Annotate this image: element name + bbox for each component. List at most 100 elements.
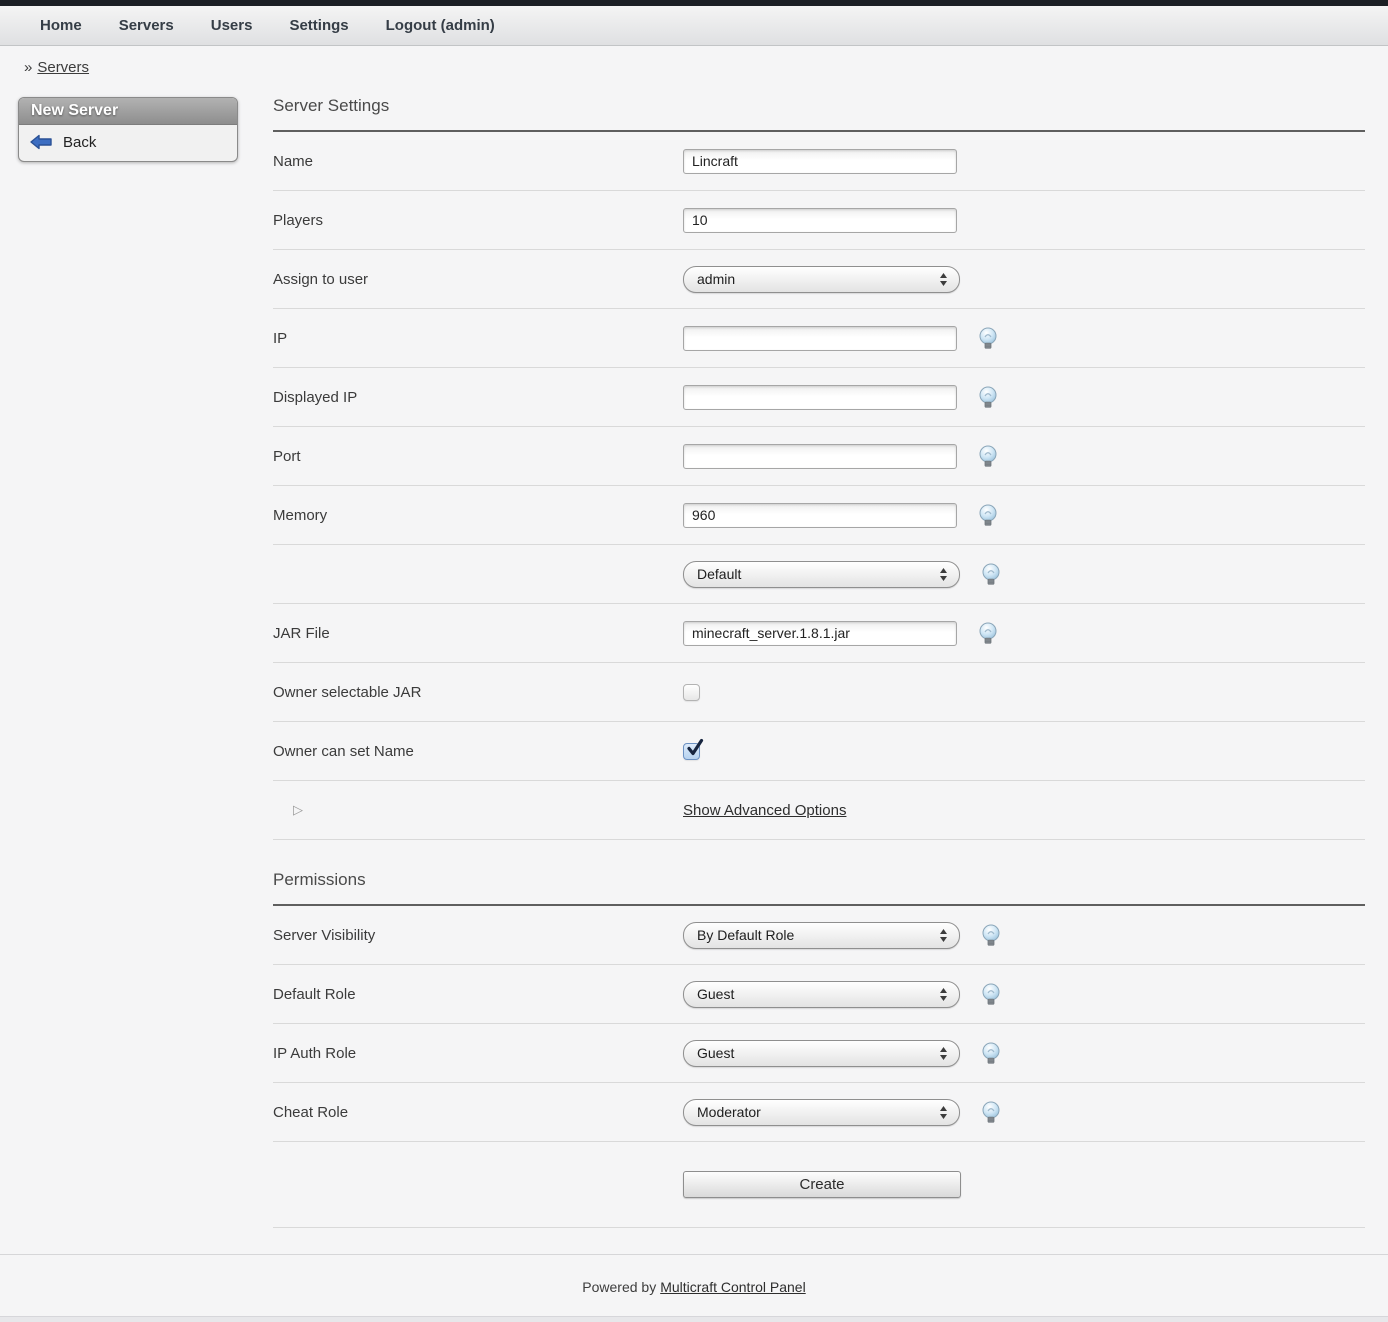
select-value: Guest: [697, 986, 734, 1002]
field-control: Guest: [683, 981, 1002, 1008]
field-control: [683, 684, 700, 701]
form-row-create-button: Create: [273, 1142, 1365, 1228]
field-label: IP Auth Role: [273, 1045, 356, 1062]
hint-bulb-icon[interactable]: [980, 562, 1002, 587]
ip-auth-role-select[interactable]: Guest: [683, 1040, 960, 1067]
select-value: admin: [697, 271, 735, 287]
sidebar-body: Back: [19, 125, 237, 161]
cheat-role-select[interactable]: Moderator: [683, 1099, 960, 1126]
footer-text: Powered by: [582, 1279, 656, 1295]
port-input[interactable]: [683, 444, 957, 469]
hint-bulb-icon[interactable]: [977, 621, 999, 646]
field-label-wrap: IP: [273, 330, 683, 347]
field-label: Owner can set Name: [273, 743, 414, 760]
form-row-default-role: Default Role Guest: [273, 965, 1365, 1024]
back-button[interactable]: Back: [29, 133, 227, 151]
field-control: [683, 444, 999, 469]
form-row-cheat-role: Cheat Role Moderator: [273, 1083, 1365, 1142]
field-control: Default: [683, 561, 1002, 588]
breadcrumb-separator: »: [24, 59, 32, 76]
field-control: Moderator: [683, 1099, 1002, 1126]
jar-file-input[interactable]: [683, 621, 957, 646]
field-label-wrap: Memory: [273, 507, 683, 524]
field-control: [683, 326, 999, 351]
field-label: Cheat Role: [273, 1104, 348, 1121]
players-input[interactable]: [683, 208, 957, 233]
hint-bulb-icon[interactable]: [977, 326, 999, 351]
select-value: Default: [697, 566, 741, 582]
form-row-ip-auth-role: IP Auth Role Guest: [273, 1024, 1365, 1083]
field-label-wrap: Name: [273, 153, 683, 170]
field-label: Name: [273, 153, 313, 170]
create-button[interactable]: Create: [683, 1171, 961, 1198]
field-control: [683, 743, 700, 760]
multicraft-link[interactable]: Multicraft Control Panel: [660, 1279, 806, 1295]
hint-bulb-icon[interactable]: [980, 1041, 1002, 1066]
default-role-select[interactable]: Guest: [683, 981, 960, 1008]
field-control: [683, 208, 957, 233]
field-label: Server Visibility: [273, 927, 375, 944]
field-label-wrap: Assign to user: [273, 271, 683, 288]
field-control: [683, 621, 999, 646]
assign-to-user-select[interactable]: admin: [683, 266, 960, 293]
nav-item-home[interactable]: Home: [40, 17, 82, 34]
form-row-port: Port: [273, 427, 1365, 486]
field-control: admin: [683, 266, 960, 293]
sidebar-title: New Server: [19, 98, 237, 125]
displayed-ip-input[interactable]: [683, 385, 957, 410]
nav-item-users[interactable]: Users: [211, 17, 253, 34]
nav-item-servers[interactable]: Servers: [119, 17, 174, 34]
disclosure-triangle-icon[interactable]: ▷: [293, 802, 303, 818]
field-control: Create: [683, 1171, 961, 1198]
show-advanced-options-link[interactable]: Show Advanced Options: [683, 802, 846, 819]
server-visibility-select[interactable]: By Default Role: [683, 922, 960, 949]
section-server-settings: Server Settings Name Players Assign to user…: [273, 76, 1365, 840]
field-control: [683, 149, 957, 174]
section-title-permissions: Permissions: [273, 840, 1365, 904]
breadcrumb: » Servers: [24, 59, 1388, 76]
select-value: By Default Role: [697, 927, 794, 943]
hint-bulb-icon[interactable]: [980, 923, 1002, 948]
select-value: Guest: [697, 1045, 734, 1061]
field-label: Port: [273, 448, 301, 465]
hint-bulb-icon[interactable]: [980, 982, 1002, 1007]
select-arrows-icon: [939, 1046, 948, 1061]
nav-item-settings[interactable]: Settings: [289, 17, 348, 34]
breadcrumb-link-servers[interactable]: Servers: [37, 59, 89, 76]
back-arrow-icon: [29, 133, 53, 151]
field-label-wrap: Cheat Role: [273, 1104, 683, 1121]
hint-bulb-icon[interactable]: [977, 503, 999, 528]
name-input[interactable]: [683, 149, 957, 174]
select-arrows-icon: [939, 928, 948, 943]
field-label-wrap: Default Role: [273, 986, 683, 1003]
owner-selectable-jar-checkbox[interactable]: [683, 684, 700, 701]
select-arrows-icon: [939, 272, 948, 287]
form-row-default-select: Default: [273, 545, 1365, 604]
field-label: Assign to user: [273, 271, 368, 288]
field-label-wrap: IP Auth Role: [273, 1045, 683, 1062]
nav-item-logout-admin[interactable]: Logout (admin): [386, 17, 495, 34]
owner-can-set-name-checkbox[interactable]: [683, 743, 700, 760]
select-arrows-icon: [939, 1105, 948, 1120]
form-row-ip: IP: [273, 309, 1365, 368]
hint-bulb-icon[interactable]: [977, 385, 999, 410]
form-row-displayed-ip: Displayed IP: [273, 368, 1365, 427]
hint-bulb-icon[interactable]: [980, 1100, 1002, 1125]
bottom-strip: [0, 1316, 1388, 1322]
field-label-wrap: Owner selectable JAR: [273, 684, 683, 701]
field-label: Players: [273, 212, 323, 229]
field-label-wrap: Players: [273, 212, 683, 229]
field-label-wrap: JAR File: [273, 625, 683, 642]
form-row-show-advanced-options-link: ▷ Show Advanced Options: [273, 781, 1365, 840]
select-arrows-icon: [939, 567, 948, 582]
field-label-wrap: Server Visibility: [273, 927, 683, 944]
memory-input[interactable]: [683, 503, 957, 528]
form-row-name: Name: [273, 132, 1365, 191]
hint-bulb-icon[interactable]: [977, 444, 999, 469]
field-control: [683, 385, 999, 410]
section-title-server-settings: Server Settings: [273, 76, 1365, 130]
default-select[interactable]: Default: [683, 561, 960, 588]
ip-input[interactable]: [683, 326, 957, 351]
field-control: By Default Role: [683, 922, 1002, 949]
form-row-players: Players: [273, 191, 1365, 250]
